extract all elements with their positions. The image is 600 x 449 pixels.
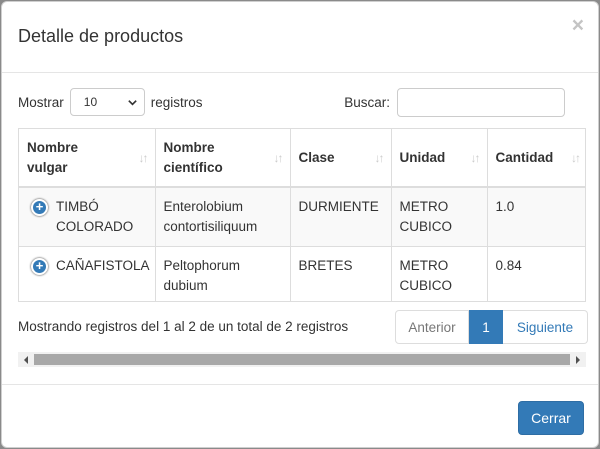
cell-unidad: METRO CUBICO (391, 187, 488, 247)
column-header-nombre-vulgar[interactable]: Nombre vulgar ↓↑ (19, 129, 156, 188)
table-row: + CAÑAFISTOLA Peltophorum dubium BRETES … (19, 246, 585, 301)
cell-clase: BRETES (290, 246, 392, 301)
sort-icon: ↓↑ (273, 150, 284, 165)
cell-cantidad: 0.84 (487, 246, 585, 301)
table-header-row: Nombre vulgar ↓↑ Nombre científico ↓↑ Cl… (19, 129, 585, 188)
column-header-nombre-cientifico[interactable]: Nombre científico ↓↑ (155, 129, 291, 188)
column-label: Nombre vulgar (27, 139, 79, 175)
scrollbar-track[interactable] (34, 354, 570, 365)
plus-circle-icon[interactable]: + (31, 199, 48, 216)
products-table: Nombre vulgar ↓↑ Nombre científico ↓↑ Cl… (19, 129, 585, 301)
cell-nombre-vulgar: + TIMBÓ COLORADO (19, 187, 156, 247)
length-suffix-label: registros (150, 94, 203, 110)
modal-body: Mostrar 10 registros Buscar: Nombre vulg… (2, 73, 598, 384)
table-info-text: Mostrando registros del 1 al 2 de un tot… (18, 319, 349, 334)
cell-nombre-vulgar: + CAÑAFISTOLA (19, 246, 156, 301)
scroll-left-arrow-icon[interactable] (18, 352, 34, 367)
next-page-button[interactable]: Siguiente (503, 310, 588, 344)
column-header-clase[interactable]: Clase ↓↑ (290, 129, 392, 188)
cell-cantidad: 1.0 (487, 187, 585, 247)
page-length-control: Mostrar 10 registros (18, 88, 203, 116)
column-header-cantidad[interactable]: Cantidad ↓↑ (487, 129, 585, 188)
sort-icon: ↓↑ (138, 150, 149, 165)
sort-icon: ↓↑ (374, 150, 385, 165)
cell-unidad: METRO CUBICO (391, 246, 488, 301)
pagination: Anterior 1 Siguiente (395, 310, 588, 344)
sort-icon: ↓↑ (470, 150, 481, 165)
modal-header: Detalle de productos × (2, 2, 598, 73)
page-length-select[interactable]: 10 (69, 88, 145, 116)
cell-nombre-cientifico: Peltophorum dubium (155, 246, 291, 301)
cell-text: TIMBÓ COLORADO (56, 199, 134, 234)
previous-page-button[interactable]: Anterior (395, 310, 469, 344)
scroll-right-arrow-icon[interactable] (570, 352, 586, 367)
column-label: Clase (298, 149, 335, 165)
modal-title: Detalle de productos (18, 26, 184, 46)
cell-text: CAÑAFISTOLA (56, 258, 150, 273)
page-length-value: 10 (83, 95, 98, 109)
cell-clase: DURMIENTE (290, 187, 392, 247)
sort-icon: ↓↑ (571, 150, 581, 165)
product-detail-modal: Detalle de productos × Mostrar 10 regist… (1, 1, 599, 448)
scrollbar-thumb[interactable] (34, 354, 570, 365)
search-input[interactable] (397, 88, 565, 117)
column-label: Cantidad (495, 149, 554, 165)
cell-nombre-cientifico: Enterolobium contortisiliquum (155, 187, 291, 247)
table-row: + TIMBÓ COLORADO Enterolobium contortisi… (19, 187, 585, 247)
products-table-wrapper: Nombre vulgar ↓↑ Nombre científico ↓↑ Cl… (18, 128, 586, 302)
current-page-button[interactable]: 1 (469, 310, 503, 344)
close-icon[interactable]: × (572, 15, 584, 36)
chevron-down-icon (128, 99, 137, 106)
column-label: Nombre científico (163, 139, 223, 175)
column-header-unidad[interactable]: Unidad ↓↑ (391, 129, 488, 188)
search-control: Buscar: (344, 88, 565, 117)
column-label: Unidad (399, 149, 446, 165)
modal-footer: Cerrar (2, 384, 598, 447)
search-label: Buscar: (344, 95, 390, 110)
length-prefix-label: Mostrar (18, 94, 64, 110)
close-button[interactable]: Cerrar (518, 401, 584, 435)
plus-circle-icon[interactable]: + (31, 258, 48, 275)
horizontal-scrollbar[interactable] (18, 352, 586, 367)
